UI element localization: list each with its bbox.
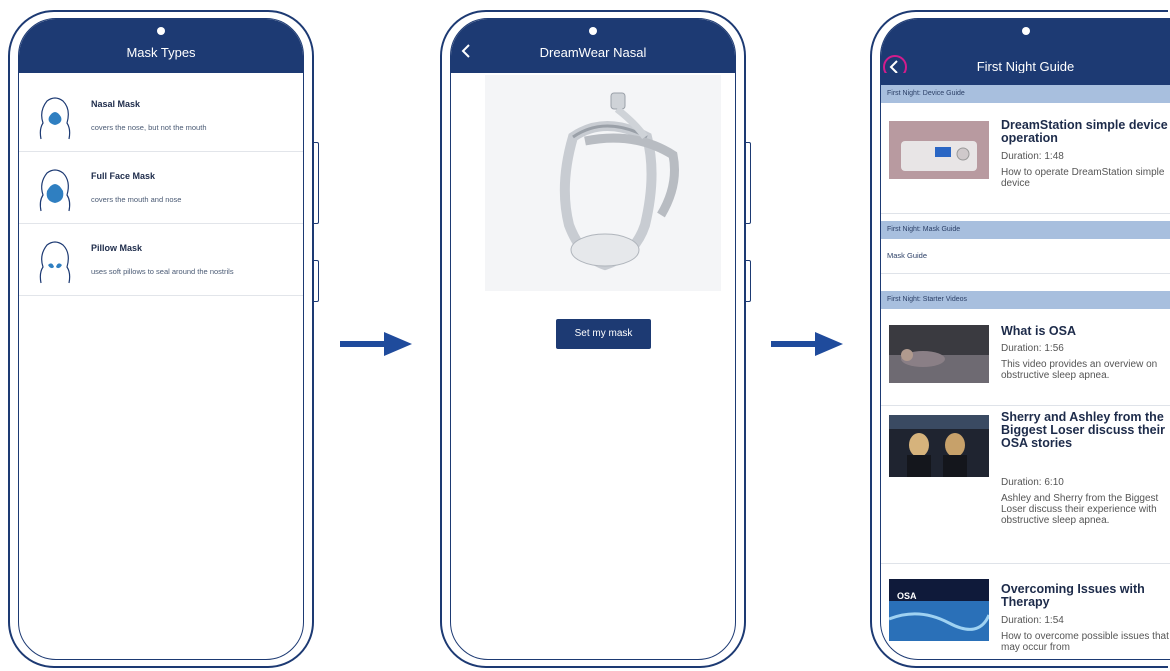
phone-frame-first-night: First Night Guide First Night: Device Gu…: [870, 10, 1170, 668]
side-button: [314, 142, 319, 224]
phone-frame-mask-types: Mask Types Nasal Mask covers the nose, b…: [8, 10, 319, 668]
section-header: First Night: Mask Guide: [881, 221, 1170, 239]
mask-name: Pillow Mask: [91, 243, 143, 253]
video-description: This video provides an overview on obstr…: [1001, 359, 1158, 381]
pillow-mask-icon: [39, 241, 71, 284]
video-row[interactable]: What is OSA Duration: 1:56 This video pr…: [881, 309, 1170, 406]
list-item-full-face-mask[interactable]: Full Face Mask covers the mouth and nose: [19, 151, 303, 224]
video-row-device[interactable]: DreamStation simple device operation Dur…: [881, 103, 1170, 214]
mask-name: Nasal Mask: [91, 99, 141, 109]
video-thumbnail: [889, 579, 989, 641]
video-thumbnail: [889, 325, 989, 383]
video-thumbnail: [889, 121, 989, 179]
video-row[interactable]: OSA Overcoming Issues with Therapy Durat…: [881, 563, 1170, 659]
video-title: What is OSA: [1001, 324, 1077, 338]
screen-first-night: First Night Guide First Night: Device Gu…: [880, 18, 1170, 660]
mask-desc: covers the nose, but not the mouth: [91, 123, 207, 132]
camera-dot: [157, 27, 165, 35]
screen-mask-types: Mask Types Nasal Mask covers the nose, b…: [18, 18, 304, 660]
flow-arrow-icon: [771, 332, 843, 356]
page-title: Mask Types: [126, 45, 196, 60]
side-button: [746, 142, 751, 224]
video-duration: Duration: 1:48: [1001, 151, 1064, 162]
video-duration: Duration: 1:56: [1001, 343, 1064, 354]
page-title: First Night Guide: [976, 59, 1075, 74]
dreamwear-mask-image: [485, 75, 721, 291]
mask-desc: uses soft pillows to seal around the nos…: [91, 267, 234, 276]
full-face-mask-icon: [39, 169, 71, 212]
screen-dreamwear: DreamWear Nasal Set my mask: [450, 18, 736, 660]
page-title: DreamWear Nasal: [539, 45, 647, 60]
video-description: Ashley and Sherry from the Biggest Loser…: [1001, 493, 1159, 526]
section-header: First Night: Starter Videos: [881, 291, 1170, 309]
side-button: [746, 260, 751, 302]
set-my-mask-button[interactable]: Set my mask: [556, 319, 651, 349]
video-title: Overcoming Issues with Therapy: [1001, 582, 1145, 609]
video-row[interactable]: Sherry and Ashley from the Biggest Loser…: [881, 405, 1170, 564]
video-duration: Duration: 1:54: [1001, 615, 1064, 626]
video-title: Sherry and Ashley from the Biggest Loser…: [1001, 410, 1165, 450]
side-button: [314, 260, 319, 302]
app-header: Mask Types: [19, 19, 303, 73]
list-item-nasal-mask[interactable]: Nasal Mask covers the nose, but not the …: [19, 79, 303, 152]
phone-frame-dreamwear: DreamWear Nasal Set my mask: [440, 10, 751, 668]
thumb-label: OSA: [897, 591, 917, 601]
mask-name: Full Face Mask: [91, 171, 156, 181]
camera-dot: [589, 27, 597, 35]
nasal-mask-icon: [39, 97, 71, 140]
mask-guide-label: Mask Guide: [887, 251, 928, 260]
video-description: How to operate DreamStation simple devic…: [1001, 167, 1165, 189]
video-duration: Duration: 6:10: [1001, 477, 1064, 488]
section-header: First Night: Device Guide: [881, 85, 1170, 103]
app-header: First Night Guide: [881, 19, 1170, 79]
app-header: DreamWear Nasal: [451, 19, 735, 73]
mask-desc: covers the mouth and nose: [91, 195, 182, 204]
flow-arrow-icon: [340, 332, 412, 356]
camera-dot: [1021, 27, 1030, 35]
video-thumbnail: [889, 415, 989, 477]
video-description: How to overcome possible issues that may…: [1001, 631, 1169, 653]
mask-guide-row[interactable]: Mask Guide ›: [881, 239, 1170, 274]
list-item-pillow-mask[interactable]: Pillow Mask uses soft pillows to seal ar…: [19, 223, 303, 296]
video-title: DreamStation simple device operation: [1001, 118, 1168, 145]
